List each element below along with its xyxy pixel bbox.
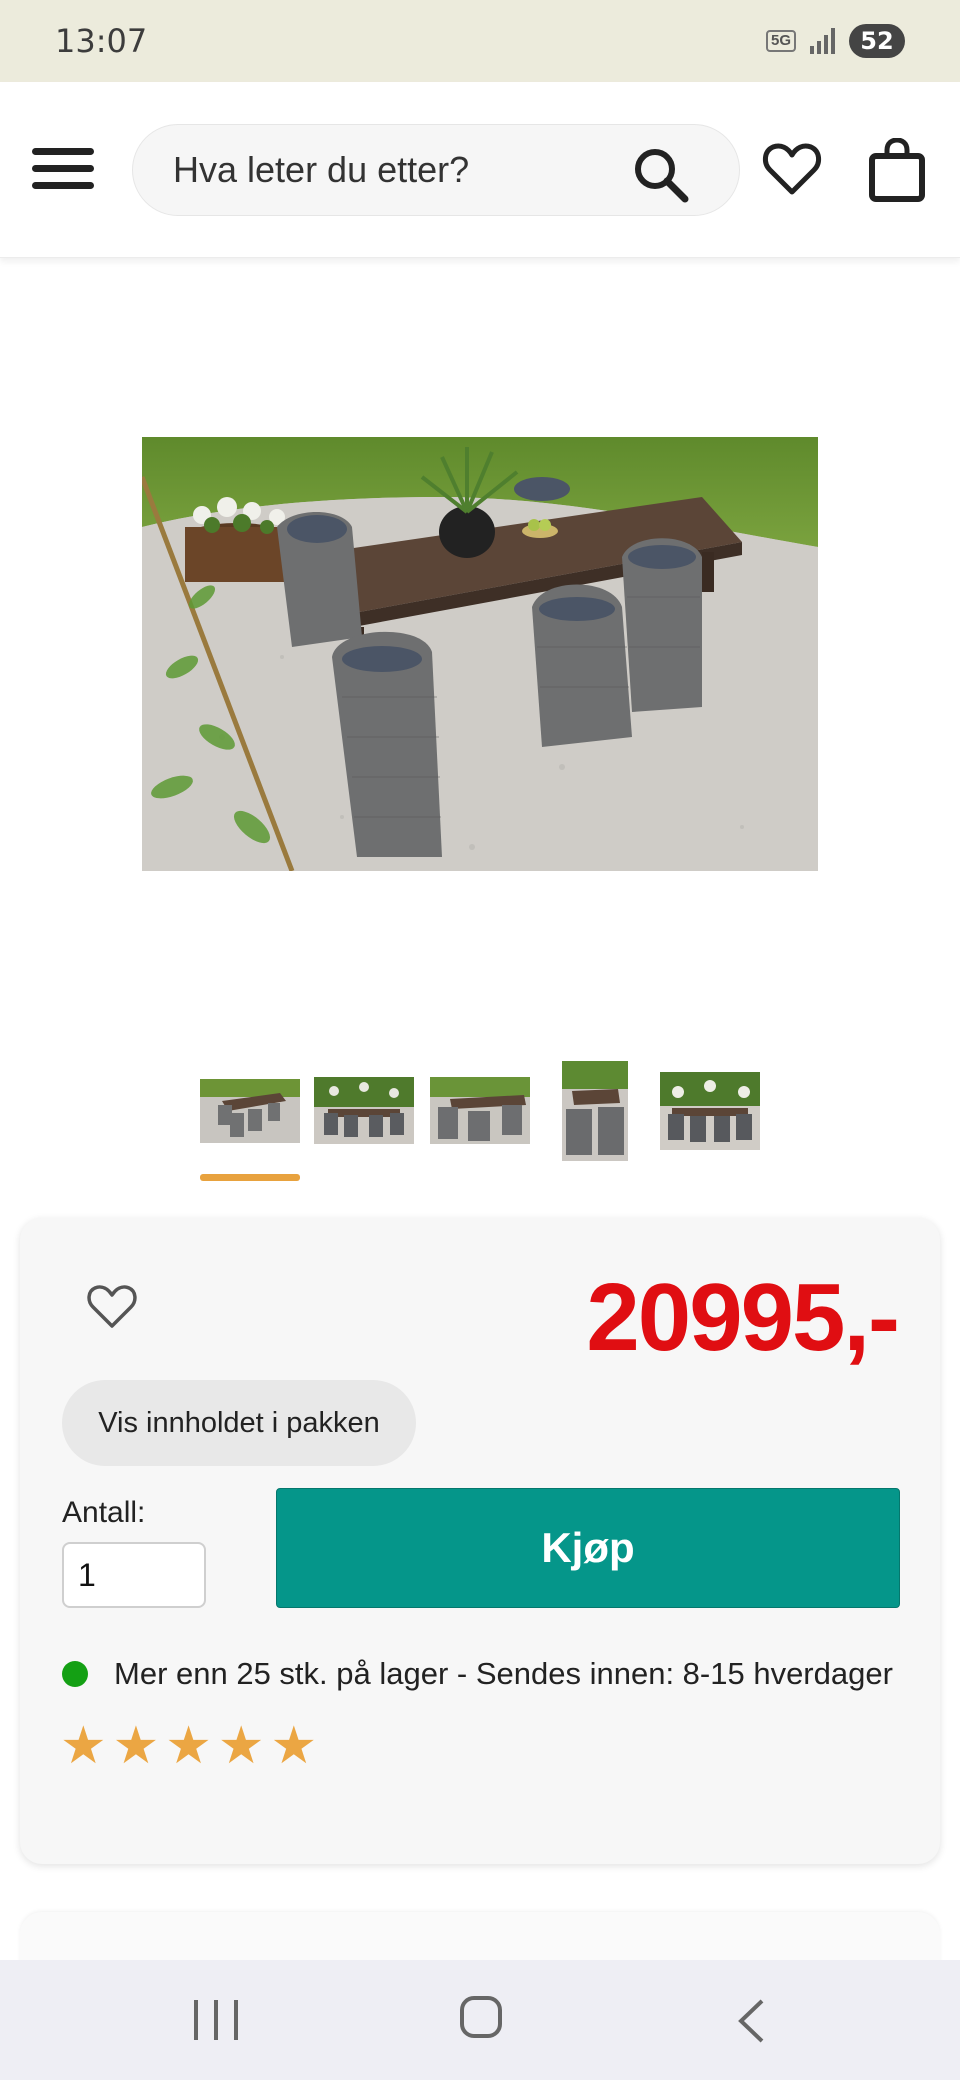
stock-status: Mer enn 25 stk. på lager - Sendes innen:… — [62, 1656, 893, 1692]
star-icon: ★ — [217, 1717, 265, 1775]
status-icons: 5G 52 — [765, 24, 905, 58]
menu-icon[interactable] — [32, 148, 94, 192]
star-icon: ★ — [165, 1717, 212, 1775]
search-bar[interactable] — [132, 124, 740, 216]
thumbnail-4[interactable] — [562, 1061, 628, 1161]
show-package-contents-button[interactable]: Vis innholdet i pakken — [62, 1380, 416, 1466]
product-main-image[interactable] — [142, 437, 818, 871]
star-icon: ★ — [112, 1717, 160, 1775]
battery-icon: 52 — [849, 24, 905, 58]
network-5g-icon: 5G — [765, 30, 796, 52]
wishlist-heart-icon[interactable] — [86, 1282, 138, 1330]
thumbnail-5[interactable] — [660, 1072, 760, 1150]
heart-icon[interactable] — [762, 140, 822, 200]
back-icon[interactable] — [736, 1998, 766, 2044]
star-icon: ★ — [270, 1717, 318, 1775]
rating-stars[interactable]: ★ ★ ★ ★ ★ — [60, 1720, 317, 1772]
site-header — [0, 82, 960, 258]
quantity-input[interactable] — [62, 1542, 206, 1608]
search-icon[interactable] — [631, 145, 689, 203]
product-purchase-card: 20995,- Vis innholdet i pakken Antall: K… — [20, 1218, 940, 1864]
buy-button[interactable]: Kjøp — [276, 1488, 900, 1608]
search-input[interactable] — [173, 149, 613, 191]
system-nav-bar — [0, 1960, 960, 2080]
home-icon[interactable] — [460, 1996, 502, 2038]
thumbnail-3[interactable] — [430, 1077, 530, 1144]
thumbnail-1[interactable] — [200, 1079, 300, 1143]
shopping-bag-icon[interactable] — [868, 138, 926, 202]
recent-apps-icon[interactable] — [194, 2000, 238, 2040]
thumbnail-2[interactable] — [314, 1077, 414, 1144]
signal-icon — [810, 28, 835, 54]
product-price: 20995,- — [586, 1264, 900, 1371]
in-stock-dot-icon — [62, 1661, 88, 1687]
status-bar: 13:07 5G 52 — [0, 0, 960, 82]
stock-text: Mer enn 25 stk. på lager - Sendes innen:… — [114, 1656, 893, 1691]
thumbnail-selected-indicator — [200, 1174, 300, 1181]
star-icon: ★ — [60, 1717, 107, 1775]
status-time: 13:07 — [55, 22, 148, 60]
quantity-label: Antall: — [62, 1496, 146, 1529]
